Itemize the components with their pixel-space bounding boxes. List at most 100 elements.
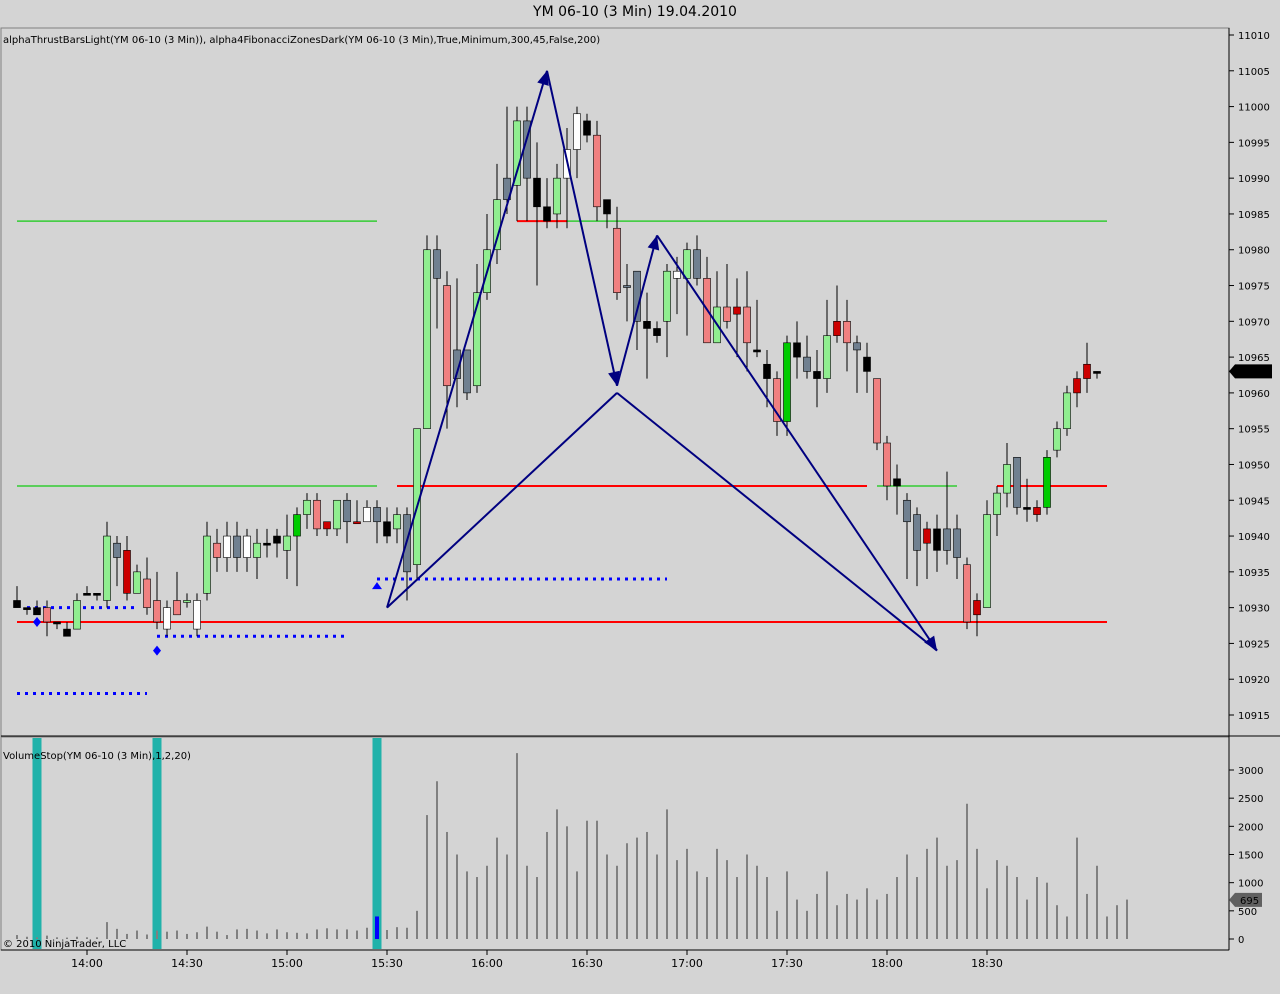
time-axis: 14:00 14:30 15:00 15:30 16:00 16:30 17:00 17:30… <box>71 950 1003 970</box>
candle-body <box>903 499 911 523</box>
candle-body <box>693 249 701 279</box>
candle-body <box>1033 507 1041 515</box>
candle-body <box>973 600 981 616</box>
candle-body <box>813 371 821 379</box>
volume-axis: 0 500 1000 1500 2000 2500 3000 <box>1229 766 1263 946</box>
candle-body <box>63 628 71 637</box>
candle-body <box>923 528 931 544</box>
price-tick-label: 10935 <box>1238 568 1270 579</box>
candlestick-series <box>13 106 1101 637</box>
time-tick-label: 18:00 <box>871 957 903 970</box>
candle-body <box>113 542 121 558</box>
candle-body <box>953 528 961 558</box>
price-tick-label: 10960 <box>1238 389 1270 400</box>
candle-body <box>553 177 561 215</box>
volume-series <box>16 738 1128 949</box>
time-tick-label: 18:30 <box>971 957 1003 970</box>
candle-body <box>233 535 241 558</box>
price-tick-label: 10930 <box>1238 604 1270 615</box>
price-tick-label: 10980 <box>1238 246 1270 257</box>
pattern-line <box>546 70 618 386</box>
candle-body <box>23 607 31 610</box>
candle-body <box>263 542 271 546</box>
candle-body <box>643 321 651 329</box>
candle-body <box>933 528 941 551</box>
candle-body <box>433 249 441 279</box>
price-tick-label: 11005 <box>1238 67 1270 78</box>
candle-body <box>823 335 831 379</box>
candle-body <box>423 249 431 429</box>
candle-body <box>83 593 91 596</box>
price-tick-label: 10915 <box>1238 711 1270 722</box>
candle-body <box>163 607 171 630</box>
candle-body <box>513 120 521 186</box>
candle-body <box>723 306 731 322</box>
volume-stop-bar <box>32 738 42 949</box>
volume-tick-label: 2000 <box>1238 822 1263 833</box>
candle-body <box>313 499 321 530</box>
price-tick-label: 10965 <box>1238 353 1270 364</box>
pattern-arrowhead <box>537 70 549 86</box>
copyright-label: © 2010 NinjaTrader, LLC <box>3 939 126 950</box>
candle-body <box>1073 378 1081 394</box>
time-tick-label: 15:00 <box>271 957 303 970</box>
candle-body <box>663 270 671 322</box>
candle-body <box>683 249 691 279</box>
candle-body <box>183 600 191 603</box>
candle-body <box>1063 392 1071 429</box>
candle-body <box>13 600 21 608</box>
pattern-line <box>616 235 658 386</box>
candle-body <box>303 499 311 515</box>
candle-body <box>273 535 281 544</box>
candle-body <box>143 578 151 608</box>
price-tick-label: 10955 <box>1238 425 1270 436</box>
chart-canvas[interactable]: 10915 10920 10925 10930 10935 10940 10945 10950… <box>0 0 1280 994</box>
candle-body <box>1023 507 1031 510</box>
candle-body <box>33 607 41 616</box>
price-tick-label: 10970 <box>1238 317 1270 328</box>
pattern-line <box>386 392 618 609</box>
candle-body <box>803 356 811 372</box>
price-tick-label: 10995 <box>1238 138 1270 149</box>
candle-body <box>133 571 141 594</box>
candle-body <box>363 507 371 523</box>
price-tick-label: 11000 <box>1238 103 1270 114</box>
volume-tick-label: 3000 <box>1238 766 1263 777</box>
candle-body <box>763 363 771 379</box>
candle-body <box>983 514 991 608</box>
price-tick-label: 10920 <box>1238 675 1270 686</box>
volume-tick-label: 0 <box>1238 935 1244 946</box>
price-tick-label: 10985 <box>1238 210 1270 221</box>
candle-body <box>53 621 61 625</box>
volume-tick-label: 500 <box>1238 907 1257 918</box>
last-price-tag: 10963 <box>1229 364 1272 379</box>
candle-body <box>443 285 451 387</box>
candle-body <box>1083 363 1091 379</box>
candle-body <box>323 521 331 530</box>
candle-body <box>653 328 661 336</box>
candle-body <box>533 177 541 208</box>
candle-body <box>253 542 261 558</box>
candle-body <box>673 270 681 279</box>
price-tick-label: 10925 <box>1238 639 1270 650</box>
candle-body <box>963 564 971 623</box>
candle-body <box>333 499 341 530</box>
price-tick-label: 11010 <box>1238 31 1270 42</box>
candle-body <box>853 342 861 351</box>
candle-body <box>43 607 51 623</box>
candle-body <box>1013 457 1021 508</box>
pattern-line <box>386 70 548 608</box>
candle-body <box>943 528 951 551</box>
last-price-value: 10963 <box>1238 367 1270 378</box>
candle-body <box>603 199 611 215</box>
candle-body <box>343 499 351 523</box>
volume-tick-label: 2500 <box>1238 794 1263 805</box>
candle-body <box>393 514 401 530</box>
candle-body <box>893 478 901 487</box>
candle-body <box>543 206 551 222</box>
price-tick-label: 10975 <box>1238 282 1270 293</box>
candle-body <box>743 306 751 344</box>
candle-body <box>833 321 841 336</box>
stop-diamond-marker <box>33 616 41 627</box>
candle-body <box>753 349 761 353</box>
